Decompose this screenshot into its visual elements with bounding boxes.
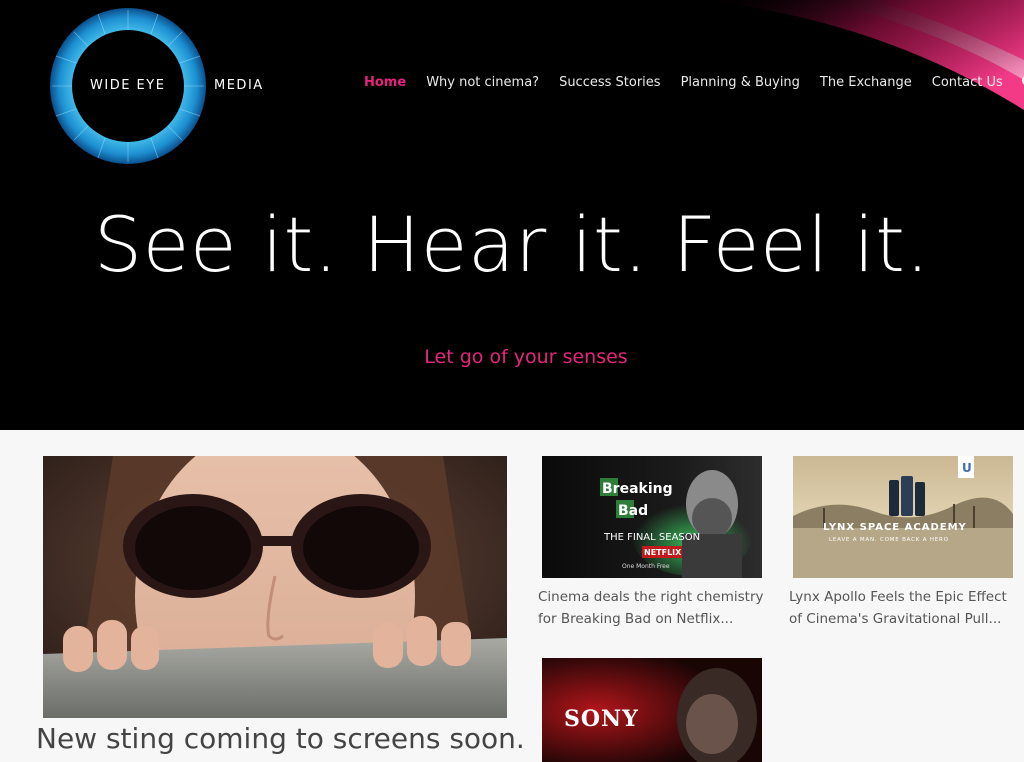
feature-caption[interactable]: New sting coming to screens soon. <box>36 722 526 755</box>
netflix-logo: NETFLIX <box>644 548 682 557</box>
card-caption-line: for Breaking Bad on Netflix... <box>538 611 734 627</box>
nav-why-not-cinema[interactable]: Why not cinema? <box>426 75 539 90</box>
card-image-sony[interactable]: SONY <box>542 658 762 762</box>
main-nav: Home Why not cinema? Success Stories Pla… <box>364 74 1024 90</box>
breaking-bad-title-line2: Bad <box>618 503 648 519</box>
card-image-lynx[interactable]: U LYNX SPACE ACADEMY LEAVE A MAN. COME B… <box>793 456 1013 578</box>
lynx-title: LYNX SPACE ACADEMY <box>823 522 967 533</box>
unilever-logo: U <box>962 461 972 475</box>
card-caption-breaking-bad[interactable]: Cinema deals the right chemistry for Bre… <box>538 586 766 630</box>
lynx-subtitle: LEAVE A MAN. COME BACK A HERO <box>829 537 949 543</box>
decorative-light-streak <box>700 0 1024 110</box>
card-caption-lynx[interactable]: Lynx Apollo Feels the Epic Effect of Cin… <box>789 586 1017 630</box>
card-caption-line: of Cinema's Gravitational Pull... <box>789 611 1002 627</box>
breaking-bad-offer: One Month Free <box>622 563 670 570</box>
nav-success-stories[interactable]: Success Stories <box>559 75 661 90</box>
nav-the-exchange[interactable]: The Exchange <box>820 75 912 90</box>
card-caption-line: Lynx Apollo Feels the Epic Effect <box>789 589 1007 605</box>
feature-image-sunglasses[interactable] <box>43 456 507 718</box>
hero-headline: See it. Hear it. Feel it. <box>93 200 931 289</box>
breaking-bad-title-line1: Breaking <box>602 481 673 497</box>
nav-planning-buying[interactable]: Planning & Buying <box>681 75 800 90</box>
logo-text-wide-eye: WIDE EYE <box>90 78 166 93</box>
card-caption-line: Cinema deals the right chemistry <box>538 589 764 605</box>
breaking-bad-subtitle: THE FINAL SEASON <box>603 532 700 543</box>
hero-tagline: Let go of your senses <box>424 346 628 368</box>
logo-text-media: MEDIA <box>214 78 264 93</box>
nav-home[interactable]: Home <box>364 75 406 90</box>
sony-logo: SONY <box>564 706 639 732</box>
card-image-breaking-bad[interactable]: Breaking Bad THE FINAL SEASON NETFLIX On… <box>542 456 762 578</box>
nav-contact-us[interactable]: Contact Us <box>932 75 1003 90</box>
hero-section: WIDE EYE MEDIA Home Why not cinema? Succ… <box>0 0 1024 430</box>
